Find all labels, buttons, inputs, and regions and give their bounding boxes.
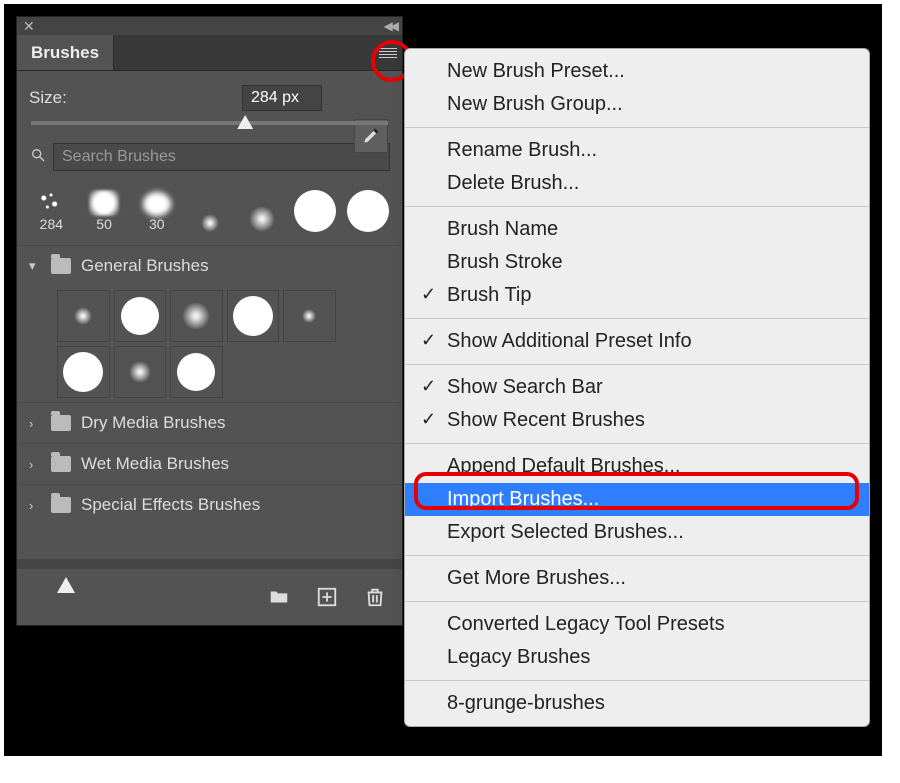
menu-item[interactable]: Show Additional Preset Info — [405, 325, 869, 358]
size-label: Size: — [29, 88, 67, 108]
search-icon — [29, 147, 47, 168]
menu-item[interactable]: New Brush Group... — [405, 88, 869, 121]
brush-preset[interactable] — [170, 290, 223, 342]
preview-size-thumb-icon[interactable] — [57, 577, 75, 593]
chevron-right-icon: › — [29, 416, 41, 431]
slider-thumb-icon[interactable] — [237, 115, 253, 129]
recent-brush[interactable]: 284 — [27, 179, 76, 235]
folder-label: Special Effects Brushes — [81, 495, 260, 515]
folder-icon — [51, 258, 71, 274]
brushes-panel: ✕ ◀◀ Brushes Size: 28 — [16, 16, 403, 626]
brush-size-label: 50 — [96, 216, 112, 232]
hamburger-icon — [379, 48, 397, 58]
menu-item[interactable]: Legacy Brushes — [405, 641, 869, 674]
recent-brush[interactable]: 50 — [80, 179, 129, 235]
folder-icon — [51, 497, 71, 513]
chevron-right-icon: › — [29, 498, 41, 513]
folder-general-brushes[interactable]: ▾ General Brushes — [17, 245, 402, 286]
brush-size-label: 284 — [40, 216, 63, 232]
menu-item[interactable]: Append Default Brushes... — [405, 450, 869, 483]
brush-preset[interactable] — [227, 290, 280, 342]
menu-separator — [405, 206, 869, 207]
folder-dry-media[interactable]: › Dry Media Brushes — [17, 402, 402, 443]
folder-label: Dry Media Brushes — [81, 413, 226, 433]
folder-label: General Brushes — [81, 256, 209, 276]
trash-icon[interactable] — [364, 586, 386, 608]
size-input[interactable] — [242, 85, 322, 111]
general-brushes-grid — [17, 286, 402, 402]
menu-separator — [405, 555, 869, 556]
menu-item[interactable]: Delete Brush... — [405, 167, 869, 200]
menu-item[interactable]: New Brush Preset... — [405, 55, 869, 88]
folder-icon — [51, 456, 71, 472]
folder-label: Wet Media Brushes — [81, 454, 229, 474]
brush-preset[interactable] — [170, 346, 223, 398]
recent-brush[interactable] — [343, 179, 392, 235]
flyout-menu-button[interactable] — [374, 35, 402, 70]
collapse-icon[interactable]: ◀◀ — [384, 19, 396, 33]
folder-wet-media[interactable]: › Wet Media Brushes — [17, 443, 402, 484]
menu-separator — [405, 127, 869, 128]
menu-separator — [405, 601, 869, 602]
folder-icon[interactable] — [268, 586, 290, 608]
brush-size-label: 30 — [149, 216, 165, 232]
recent-brush[interactable]: 30 — [132, 179, 181, 235]
menu-separator — [405, 680, 869, 681]
brush-preset[interactable] — [57, 346, 110, 398]
size-slider[interactable] — [31, 121, 388, 125]
menu-item[interactable]: Converted Legacy Tool Presets — [405, 608, 869, 641]
panel-topbar: ✕ ◀◀ — [17, 17, 402, 35]
panel-tabbar: Brushes — [17, 35, 402, 71]
menu-item[interactable]: Export Selected Brushes... — [405, 516, 869, 549]
chevron-right-icon: › — [29, 457, 41, 472]
menu-separator — [405, 364, 869, 365]
brush-icon — [361, 126, 381, 146]
menu-item[interactable]: Import Brushes... — [405, 483, 869, 516]
folder-icon — [51, 415, 71, 431]
search-input[interactable] — [53, 143, 390, 171]
menu-item[interactable]: Rename Brush... — [405, 134, 869, 167]
menu-item[interactable]: Show Search Bar — [405, 371, 869, 404]
close-icon[interactable]: ✕ — [23, 18, 35, 35]
menu-item[interactable]: Brush Tip — [405, 279, 869, 312]
menu-separator — [405, 318, 869, 319]
menu-item[interactable]: 8-grunge-brushes — [405, 687, 869, 720]
flyout-menu: New Brush Preset...New Brush Group... Ren… — [404, 48, 870, 727]
panel-footer — [17, 559, 402, 625]
chevron-down-icon: ▾ — [29, 258, 41, 274]
brush-preset[interactable] — [114, 290, 167, 342]
brush-preset[interactable] — [57, 290, 110, 342]
recent-brushes-row: 284 50 30 — [27, 179, 392, 235]
new-preset-icon[interactable] — [316, 586, 338, 608]
folder-special-effects[interactable]: › Special Effects Brushes — [17, 484, 402, 525]
recent-brush[interactable] — [185, 179, 234, 235]
menu-item[interactable]: Get More Brushes... — [405, 562, 869, 595]
tab-brushes[interactable]: Brushes — [17, 35, 114, 70]
recent-brush[interactable] — [238, 179, 287, 235]
menu-separator — [405, 443, 869, 444]
menu-item[interactable]: Brush Stroke — [405, 246, 869, 279]
menu-item[interactable]: Show Recent Brushes — [405, 404, 869, 437]
brush-preset[interactable] — [283, 290, 336, 342]
menu-item[interactable]: Brush Name — [405, 213, 869, 246]
brush-folder-tree: ▾ General Brushes › Dry Media Brushes — [17, 245, 402, 525]
brush-preset[interactable] — [114, 346, 167, 398]
recent-brush[interactable] — [291, 179, 340, 235]
